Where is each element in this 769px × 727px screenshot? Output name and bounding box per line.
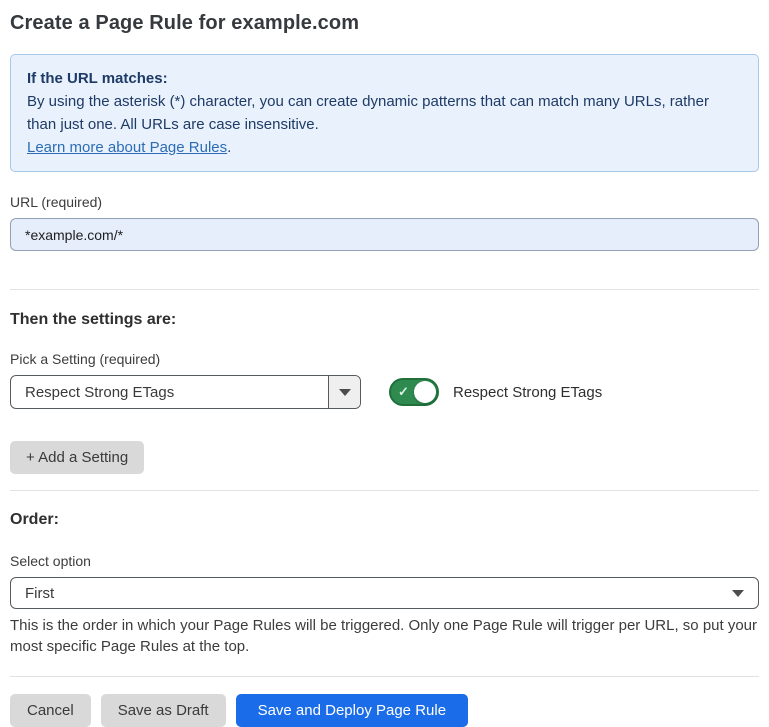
setting-select[interactable]: Respect Strong ETags xyxy=(10,375,361,409)
chevron-down-icon xyxy=(732,590,744,597)
info-box-link-line: Learn more about Page Rules. xyxy=(27,136,742,159)
link-suffix: . xyxy=(227,139,231,156)
order-help-text: This is the order in which your Page Rul… xyxy=(10,615,759,657)
info-box-heading: If the URL matches: xyxy=(27,67,742,90)
save-and-deploy-button[interactable]: Save and Deploy Page Rule xyxy=(236,694,468,727)
section-divider xyxy=(10,289,759,290)
order-select[interactable]: First xyxy=(10,577,759,609)
setting-toggle-group: ✓ Respect Strong ETags xyxy=(389,378,602,406)
save-as-draft-button[interactable]: Save as Draft xyxy=(101,694,226,727)
add-setting-button[interactable]: + Add a Setting xyxy=(10,441,144,474)
section-divider xyxy=(10,490,759,491)
info-box-body: By using the asterisk (*) character, you… xyxy=(27,90,742,136)
learn-more-link[interactable]: Learn more about Page Rules xyxy=(27,139,227,156)
setting-select-arrow-button[interactable] xyxy=(328,376,360,408)
pick-setting-label: Pick a Setting (required) xyxy=(10,351,759,367)
footer-divider xyxy=(10,676,759,677)
toggle-label: Respect Strong ETags xyxy=(453,384,602,401)
order-select-value: First xyxy=(25,585,732,602)
url-field-label: URL (required) xyxy=(10,194,759,210)
check-icon: ✓ xyxy=(398,385,409,398)
cancel-button[interactable]: Cancel xyxy=(10,694,91,727)
footer-actions: Cancel Save as Draft Save and Deploy Pag… xyxy=(10,694,759,727)
etags-toggle[interactable]: ✓ xyxy=(389,378,439,406)
order-select-label: Select option xyxy=(10,553,759,569)
url-matches-info-box: If the URL matches: By using the asteris… xyxy=(10,54,759,172)
setting-row: Respect Strong ETags ✓ Respect Strong ET… xyxy=(10,375,759,409)
url-input[interactable] xyxy=(10,218,759,251)
setting-select-value: Respect Strong ETags xyxy=(11,376,328,408)
page-title: Create a Page Rule for example.com xyxy=(10,12,759,35)
settings-section-heading: Then the settings are: xyxy=(10,311,759,329)
order-section-heading: Order: xyxy=(10,511,759,529)
chevron-down-icon xyxy=(339,389,351,396)
toggle-knob xyxy=(414,381,436,403)
